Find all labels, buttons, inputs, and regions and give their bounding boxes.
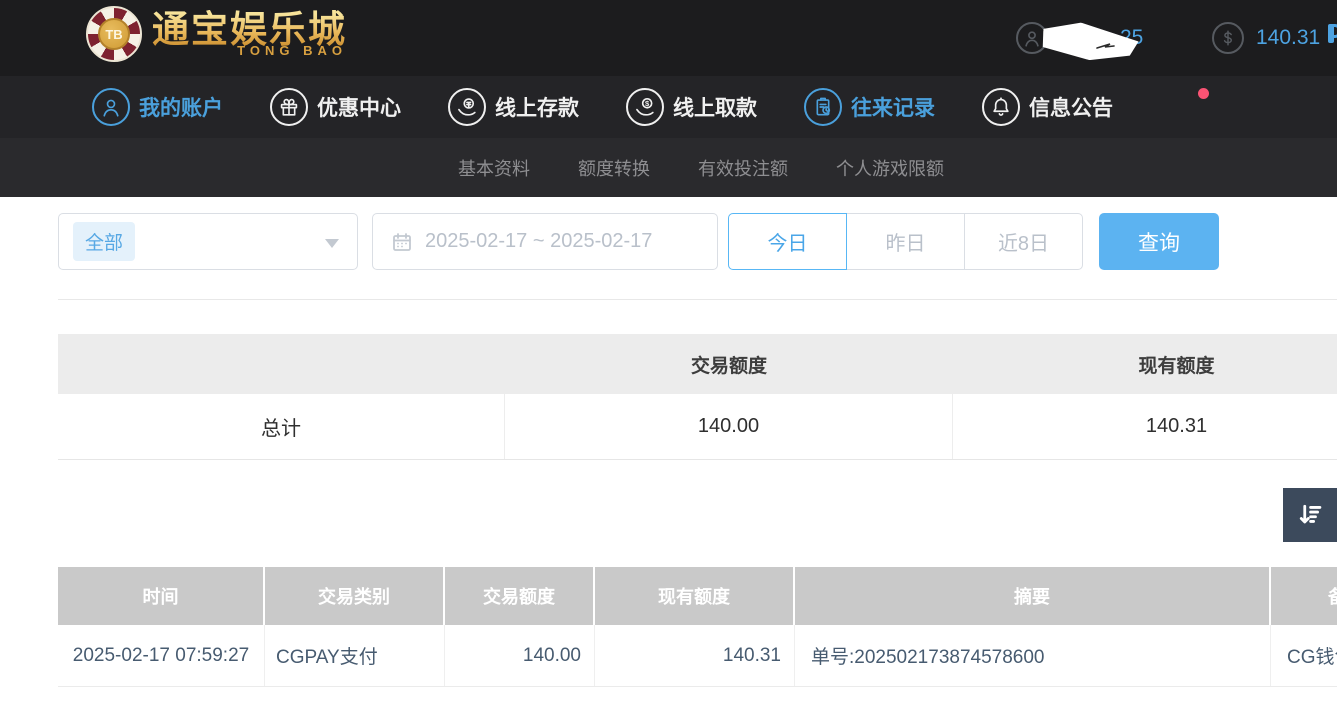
nav-item-records[interactable]: 往来记录 [804,88,935,126]
summary-current-balance: 140.31 [953,394,1337,459]
withdraw-icon: $ [626,88,664,126]
nav-item-my-account[interactable]: 我的账户 [92,88,223,126]
nav-item-withdraw[interactable]: $ 线上取款 [626,88,757,126]
balance-amount: 140.31 [1256,26,1320,50]
transaction-type-select[interactable]: 全部 [58,213,358,270]
site-logo[interactable]: TB 通宝娱乐城 TONG BAO [86,6,347,62]
cell-summary: 单号:202502173874578600 [795,625,1271,686]
summary-table-header: 交易额度 现有额度 [58,334,1337,394]
cell-balance: 140.31 [595,625,795,686]
nav-label: 线上存款 [495,92,579,122]
casino-chip-icon: TB [86,6,142,62]
nav-item-deposit[interactable]: 线上存款 [448,88,579,126]
site-subtitle: TONG BAO [237,43,347,58]
user-icon [92,88,130,126]
col-summary: 摘要 [795,567,1271,625]
topbar: TB 通宝娱乐城 TONG BAO 25 [0,0,1337,76]
nav-label: 我的账户 [139,92,223,122]
query-button[interactable]: 查询 [1099,213,1219,270]
cell-amount: 140.00 [445,625,595,686]
col-balance: 现有额度 [595,567,795,625]
account-balance[interactable]: 140.31 [1212,22,1320,54]
col-amount: 交易额度 [445,567,595,625]
svg-text:$: $ [645,99,650,108]
summary-transaction-amount: 140.00 [505,394,953,459]
clipped-suffix-glyph [1328,24,1334,43]
deposit-icon [448,88,486,126]
main-nav: 我的账户 优惠中心 线上存款 [0,76,1337,138]
date-range-input[interactable]: 2025-02-17 ~ 2025-02-17 [372,213,718,270]
today-button[interactable]: 今日 [728,213,847,270]
sort-descending-button[interactable] [1283,488,1337,542]
section-divider [58,299,1337,300]
gift-icon [270,88,308,126]
yesterday-button[interactable]: 昨日 [846,213,965,270]
col-time: 时间 [58,567,265,625]
calendar-icon [391,231,413,253]
dollar-icon [1212,22,1244,54]
subnav-item-valid-bets[interactable]: 有效投注额 [698,155,788,181]
col-type: 交易类别 [265,567,445,625]
cell-type: CGPAY支付 [265,625,445,686]
summary-total-row: 总计 140.00 140.31 [58,394,1337,460]
summary-total-label: 总计 [58,394,505,459]
cell-remark: CG钱包 [1271,625,1337,686]
records-icon [804,88,842,126]
page: TB 通宝娱乐城 TONG BAO 25 [0,0,1337,707]
selected-type-chip: 全部 [73,222,135,261]
summary-table: 交易额度 现有额度 总计 140.00 140.31 [58,334,1337,460]
nav-item-promotions[interactable]: 优惠中心 [270,88,401,126]
notification-badge-dot [1198,88,1209,99]
date-range-value: 2025-02-17 ~ 2025-02-17 [425,230,652,253]
chevron-down-icon [325,239,339,248]
col-remark: 备注 [1271,567,1337,625]
subnav-item-credit-transfer[interactable]: 额度转换 [578,155,650,181]
transactions-table-header: 时间 交易类别 交易额度 现有额度 摘要 备注 [58,567,1337,625]
summary-header-empty [58,334,505,394]
subnav-item-basic-info[interactable]: 基本资料 [458,155,530,181]
nav-label: 往来记录 [851,92,935,122]
summary-header-transaction: 交易额度 [505,334,953,394]
sort-descending-icon [1296,501,1324,529]
table-row: 2025-02-17 07:59:27 CGPAY支付 140.00 140.3… [58,625,1337,687]
chip-monogram: TB [98,18,130,50]
sub-nav: 基本资料 额度转换 有效投注额 个人游戏限额 [0,138,1337,197]
transactions-table: 时间 交易类别 交易额度 现有额度 摘要 备注 2025-02-17 07:59… [58,567,1337,687]
last-8-days-button[interactable]: 近8日 [964,213,1083,270]
nav-item-announcements[interactable]: 信息公告 [982,88,1113,126]
subnav-item-game-limits[interactable]: 个人游戏限额 [836,155,944,181]
bell-icon [982,88,1020,126]
summary-header-balance: 现有额度 [953,334,1337,394]
filter-bar: 全部 2025-02-17 ~ 2025-02-17 今日 昨日 近8日 查询 [58,213,1337,270]
scribble-pen-mark [1096,42,1116,52]
nav-label: 优惠中心 [317,92,401,122]
quick-date-buttons: 今日 昨日 近8日 [728,213,1083,270]
cell-time: 2025-02-17 07:59:27 [58,625,265,686]
nav-label: 信息公告 [1029,92,1113,122]
nav-label: 线上取款 [673,92,757,122]
